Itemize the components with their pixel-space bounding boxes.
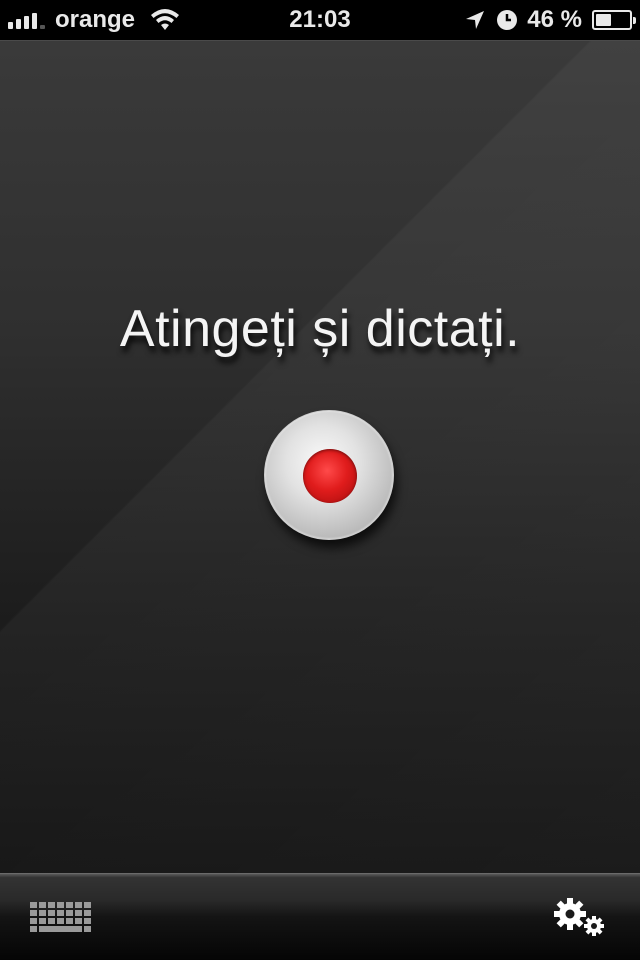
signal-icon	[8, 11, 45, 29]
keyboard-icon[interactable]	[30, 902, 92, 932]
bottom-toolbar	[0, 873, 640, 960]
battery-percent: 46 %	[527, 6, 582, 33]
gears-icon[interactable]	[552, 896, 608, 938]
dictation-prompt: Atingeți și dictați.	[119, 300, 521, 358]
status-left: orange	[8, 0, 181, 40]
status-right: 46 %	[463, 0, 636, 40]
carrier-name: orange	[55, 6, 136, 33]
battery-icon	[592, 10, 636, 30]
record-icon	[303, 449, 357, 503]
alarm-clock-icon	[497, 10, 518, 30]
record-button[interactable]	[264, 410, 394, 540]
battery-level	[596, 14, 611, 26]
dictation-panel: Atingeți și dictați.	[0, 40, 640, 873]
status-bar: orange 21:03 46 %	[0, 0, 640, 40]
location-arrow-icon	[466, 11, 485, 29]
wifi-icon	[151, 9, 180, 30]
